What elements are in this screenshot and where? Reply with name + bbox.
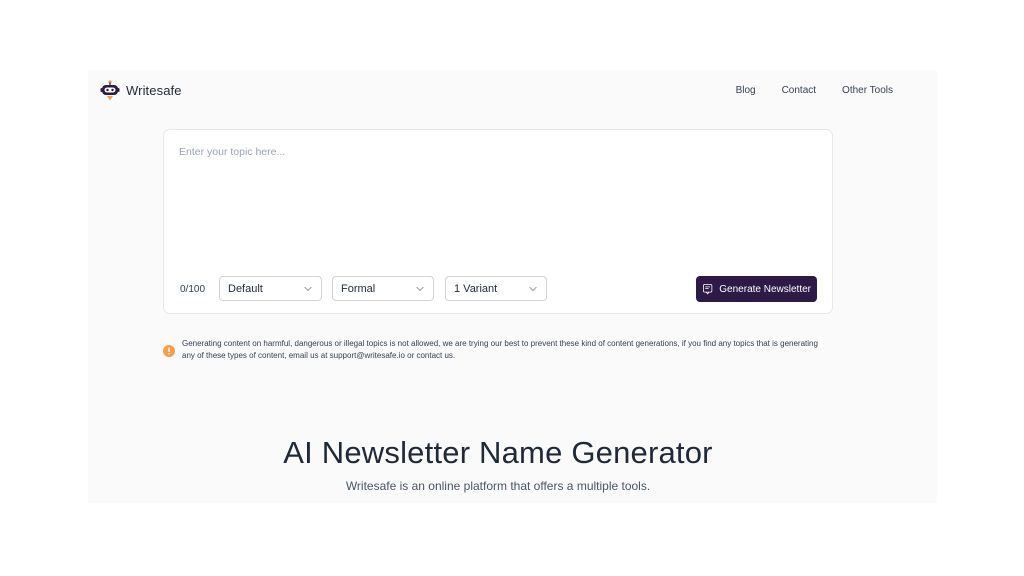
notice-text: Generating content on harmful, dangerous… (182, 339, 818, 360)
tone-select-default[interactable]: Default (219, 276, 322, 301)
top-nav: Blog Contact Other Tools (736, 85, 893, 96)
nav-link-contact[interactable]: Contact (782, 85, 816, 96)
brand-name: Writesafe (126, 82, 182, 98)
generate-document-icon (703, 284, 713, 295)
nav-link-other-tools[interactable]: Other Tools (842, 85, 893, 96)
generator-card: 0/100 Default Formal 1 Variant (163, 129, 833, 314)
warning-circle-icon (163, 345, 175, 357)
generate-newsletter-button[interactable]: Generate Newsletter (696, 276, 817, 302)
robot-logo-icon (100, 80, 120, 101)
select-value: Default (228, 282, 263, 295)
variant-select[interactable]: 1 Variant (445, 276, 547, 301)
select-value: Formal (341, 282, 376, 295)
brand[interactable]: Writesafe (100, 79, 182, 101)
page-container: Writesafe Blog Contact Other Tools 0/100… (88, 70, 937, 503)
nav-link-blog[interactable]: Blog (736, 85, 756, 96)
page-subtitle: Writesafe is an online platform that off… (345, 479, 651, 493)
chevron-down-icon (304, 286, 312, 292)
style-select-formal[interactable]: Formal (332, 276, 434, 301)
content-policy-notice: Generating content on harmful, dangerous… (163, 338, 823, 362)
chevron-down-icon (416, 286, 424, 292)
char-counter: 0/100 (180, 284, 206, 295)
chevron-down-icon (529, 286, 537, 292)
page-title: AI Newsletter Name Generator (283, 434, 713, 470)
select-value: 1 Variant (454, 282, 498, 295)
topic-input[interactable] (179, 146, 809, 256)
generate-button-label: Generate Newsletter (719, 283, 811, 295)
